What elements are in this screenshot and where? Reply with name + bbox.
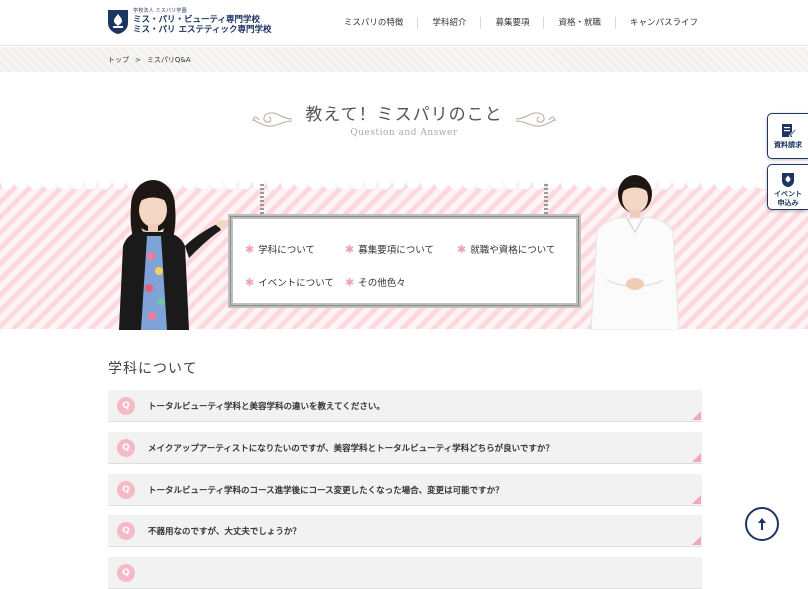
qa-question: トータルビューティ学科のコース進学後にコース変更したくなった場合、変更は可能です… [148, 486, 504, 496]
asterisk-icon: ✱ [245, 276, 255, 289]
global-nav: ミスパリの特徴 学科紹介 募集要項 資格・就職 キャンパスライフ [330, 0, 808, 46]
qa-item-3[interactable]: Q トータルビューティ学科のコース進学後にコース変更したくなった場合、変更は可能… [108, 474, 702, 506]
breadcrumb: トップ > ミスパリQ&A [0, 47, 808, 72]
qa-item-1[interactable]: Q トータルビューティ学科と美容学科の違いを教えてください。 [108, 390, 702, 422]
asterisk-icon: ✱ [345, 276, 355, 289]
nav-departments[interactable]: 学科紹介 [417, 17, 480, 29]
breadcrumb-separator: > [135, 56, 141, 64]
board-chain-left [260, 184, 264, 216]
flourish-right-icon [515, 112, 557, 127]
asterisk-icon: ✱ [245, 243, 255, 256]
page-title: 教えて！ミスパリのこと [305, 105, 503, 125]
corner-triangle-icon [692, 411, 701, 420]
logo-subtitle: 学校法人 ミスパリ学園 [133, 8, 187, 14]
breadcrumb-home[interactable]: トップ [108, 56, 129, 64]
corner-triangle-icon [692, 536, 701, 545]
asterisk-icon: ✱ [345, 243, 355, 256]
nav-features[interactable]: ミスパリの特徴 [330, 17, 418, 29]
page-top-button[interactable] [745, 507, 779, 541]
breadcrumb-current: ミスパリQ&A [146, 56, 191, 64]
arrow-up-icon [758, 518, 766, 530]
link-events[interactable]: ✱ イベントについて [245, 275, 334, 289]
q-badge-icon: Q [117, 439, 135, 457]
link-admissions[interactable]: ✱ 募集要項について [345, 242, 434, 256]
student-left-image [119, 180, 230, 330]
link-others[interactable]: ✱ その他色々 [345, 275, 406, 289]
link-departments[interactable]: ✱ 学科について [245, 242, 315, 256]
nav-campus-life[interactable]: キャンパスライフ [614, 17, 808, 29]
event-label-2: 申込み [777, 199, 799, 207]
category-board-frame: ✱ 学科について ✱ 募集要項について ✱ 就職や資格について ✱ イベントについて ✱… [228, 214, 581, 308]
corner-triangle-icon [692, 453, 701, 462]
board-chain-right [544, 184, 548, 216]
event-apply-button[interactable]: イベント 申込み [767, 164, 808, 210]
qa-question: トータルビューティ学科と美容学科の違いを教えてください。 [148, 402, 385, 412]
document-pen-icon [782, 124, 796, 138]
q-badge-icon: Q [117, 564, 135, 582]
school-crest-icon [108, 10, 128, 34]
request-brochure-button[interactable]: 資料請求 [767, 113, 808, 159]
request-label: 資料請求 [774, 141, 802, 149]
student-right-image [590, 175, 680, 330]
q-badge-icon: Q [117, 397, 135, 415]
nav-admissions[interactable]: 募集要項 [480, 17, 543, 29]
school-logo[interactable]: 学校法人 ミスパリ学園 ミス・パリ・ビューティ専門学校 ミス・パリ エステティッ… [107, 9, 271, 35]
qa-item-4[interactable]: Q 不器用なのですが、大丈夫でしょうか？ [108, 515, 702, 547]
q-badge-icon: Q [117, 522, 135, 540]
page-subtitle: Question and Answer [350, 128, 458, 138]
qa-item-2[interactable]: Q メイクアップアーティストになりたいのですが、美容学科とトータルビューティ学科… [108, 432, 702, 464]
qa-question: 不器用なのですが、大丈夫でしょうか？ [148, 527, 301, 537]
category-board: ✱ 学科について ✱ 募集要項について ✱ 就職や資格について ✱ イベントについて ✱… [228, 184, 581, 308]
asterisk-icon: ✱ [457, 243, 467, 256]
logo-school-name-2: ミス・パリ エステティック専門学校 [133, 24, 272, 35]
corner-triangle-icon [692, 495, 701, 504]
qa-item-5[interactable]: Q [108, 557, 702, 589]
school-crest-icon [782, 173, 794, 187]
event-label-1: イベント [774, 190, 802, 198]
q-badge-icon: Q [117, 481, 135, 499]
nav-careers[interactable]: 資格・就職 [543, 17, 615, 29]
qa-question: メイクアップアーティストになりたいのですが、美容学科とトータルビューティ学科どち… [148, 444, 554, 454]
site-header: 学校法人 ミスパリ学園 ミス・パリ・ビューティ専門学校 ミス・パリ エステティッ… [0, 0, 808, 46]
link-careers-licenses[interactable]: ✱ 就職や資格について [457, 242, 555, 256]
logo-school-name-1: ミス・パリ・ビューティ専門学校 [133, 15, 260, 25]
section-title: 学科について [108, 361, 198, 377]
